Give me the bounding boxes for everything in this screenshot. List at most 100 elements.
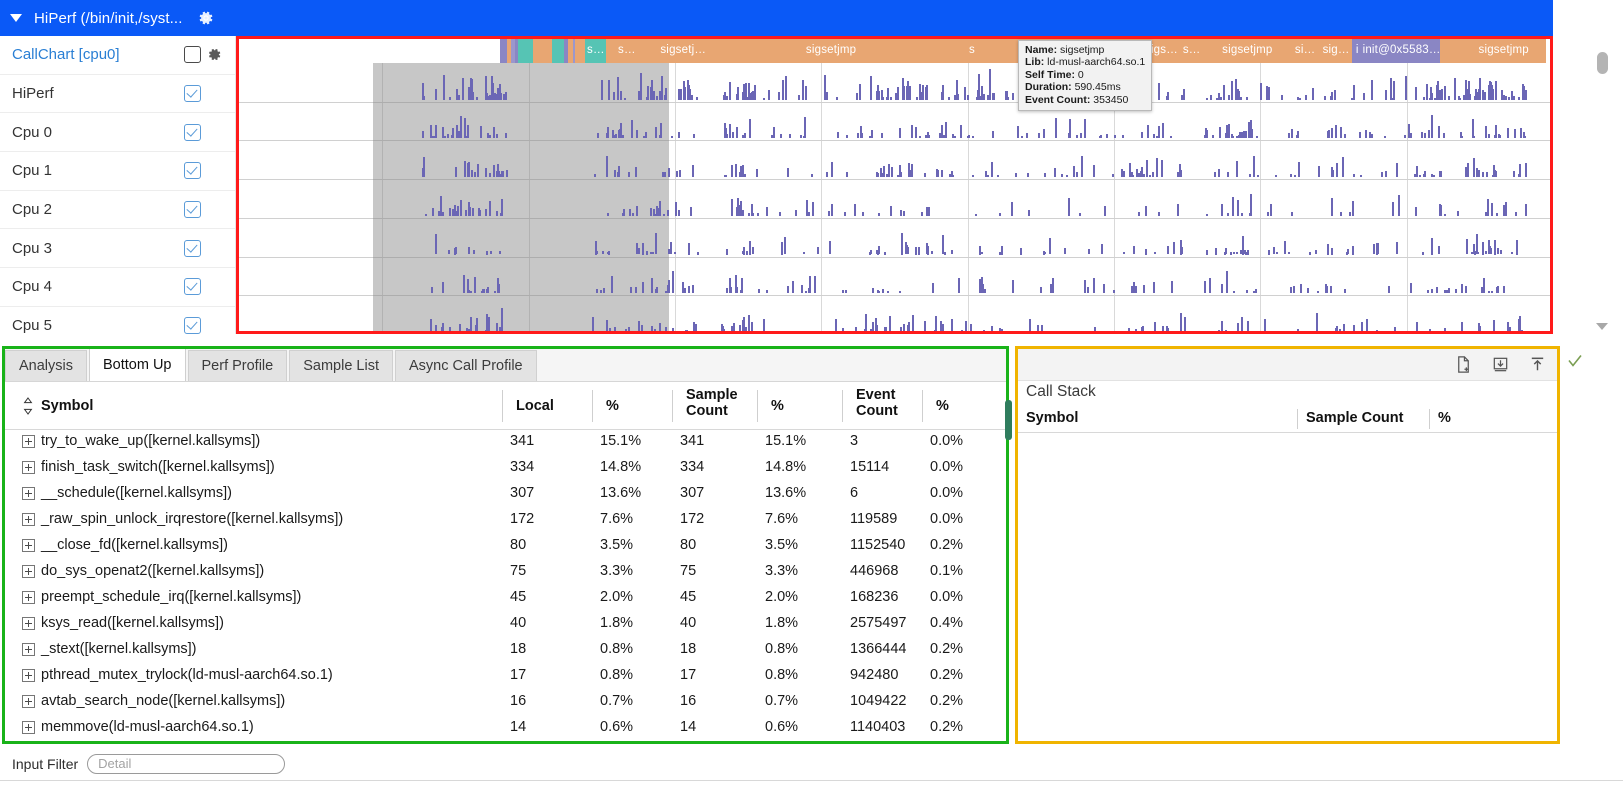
column-header-sample-count[interactable]: SampleCount [680,382,755,430]
table-row[interactable]: memmove(ld-musl-aarch64.so.1)140.6%140.6… [5,716,1006,741]
column-header-symbol[interactable]: Symbol [35,382,505,430]
export-file-icon[interactable] [1454,355,1473,374]
checkmark-icon[interactable] [1566,352,1584,370]
gear-icon[interactable] [198,10,214,26]
sidebar-row-cpu-3[interactable]: Cpu 3 [0,229,235,268]
sidebar-row-callchart-cpu0[interactable]: CallChart [cpu0] [0,36,235,75]
expand-row-icon[interactable] [22,435,35,448]
sample-spike [1483,278,1485,293]
sidebar-row-checkbox[interactable] [184,124,201,141]
callchart-canvas[interactable]: s…s…sigsetj…sigsetjmpssigsetjmpsigs…s…si… [236,36,1553,334]
table-row[interactable]: ksys_read([kernel.kallsyms])401.8%401.8%… [5,612,1006,638]
input-filter-field[interactable] [87,754,285,774]
column-header-local[interactable]: Local [510,382,580,430]
sidebar-row-cpu-5[interactable]: Cpu 5 [0,307,235,334]
expand-row-icon[interactable] [22,669,35,682]
sidebar-row-checkbox[interactable] [184,162,201,179]
sample-spike [601,80,603,99]
tab-analysis[interactable]: Analysis [5,350,87,381]
table-row[interactable]: pthread_mutex_trylock(ld-musl-aarch64.so… [5,664,1006,690]
table-row[interactable]: preempt_schedule_irq([kernel.kallsyms])4… [5,586,1006,612]
table-row[interactable]: __close_fd([kernel.kallsyms])803.5%803.5… [5,534,1006,560]
sample-spike [608,251,610,254]
expand-row-icon[interactable] [22,539,35,552]
sidebar-row-checkbox[interactable] [184,240,201,257]
flame-segment[interactable]: s [933,36,1010,63]
sidebar-row-cpu-2[interactable]: Cpu 2 [0,191,235,230]
flame-segment[interactable]: s… [1178,36,1205,63]
flame-segment[interactable] [1440,36,1461,63]
sidebar-row-checkbox[interactable] [184,317,201,334]
expand-row-icon[interactable] [22,695,35,708]
tab-sample-list[interactable]: Sample List [289,350,393,381]
flame-segment[interactable]: sigsetjmp [1205,36,1290,63]
sidebar-row-checkbox[interactable] [184,85,201,102]
table-row[interactable]: do_sys_openat2([kernel.kallsyms])753.3%7… [5,560,1006,586]
expand-row-icon[interactable] [22,565,35,578]
expand-row-icon[interactable] [22,591,35,604]
sidebar-row-cpu-0[interactable]: Cpu 0 [0,113,235,152]
tab-async-call-profile[interactable]: Async Call Profile [395,350,537,381]
sample-spike [872,288,874,293]
expand-row-icon[interactable] [22,487,35,500]
call-stack-column-sample-count[interactable]: Sample Count [1306,410,1403,426]
expand-row-icon[interactable] [22,461,35,474]
gear-icon[interactable] [201,47,227,62]
column-header-[interactable]: % [765,382,835,430]
expand-row-icon[interactable] [22,617,35,630]
flame-segment[interactable] [575,36,585,63]
sidebar-row-checkbox[interactable] [184,278,201,295]
flame-segment[interactable]: s… [616,36,637,63]
column-header-[interactable]: % [600,382,670,430]
flame-segment[interactable]: si… [1290,36,1321,63]
table-row[interactable]: finish_task_switch([kernel.kallsyms])334… [5,456,1006,482]
table-scroll-thumb[interactable] [1005,400,1012,440]
download-box-icon[interactable] [1491,355,1510,374]
flame-segment[interactable]: s… [585,36,606,63]
scroll-down-arrow[interactable] [1596,323,1608,330]
flame-chart-row[interactable]: s…s…sigsetj…sigsetjmpssigsetjmpsigs…s…si… [236,36,1553,63]
upload-arrow-icon[interactable] [1528,355,1547,374]
flame-segment[interactable]: i [1352,36,1363,63]
sidebar-row-checkbox[interactable] [184,46,201,63]
flame-segment[interactable] [606,36,616,63]
table-row[interactable]: avtab_search_node([kernel.kallsyms])160.… [5,690,1006,716]
sidebar-row-cpu-4[interactable]: Cpu 4 [0,268,235,307]
sample-spike [1228,124,1230,139]
chart-scrollbar[interactable] [1553,36,1623,334]
sample-spike [1206,214,1208,216]
call-stack-column-symbol[interactable]: Symbol [1026,410,1078,426]
sidebar-row-cpu-1[interactable]: Cpu 1 [0,152,235,191]
column-header-event-count[interactable]: EventCount [850,382,925,430]
sidebar-row-checkbox[interactable] [184,201,201,218]
expand-row-icon[interactable] [22,721,35,734]
flame-segment[interactable] [518,36,533,63]
sample-spike [691,95,693,100]
flame-segment[interactable]: sig… [1321,36,1352,63]
table-row[interactable]: _stext([kernel.kallsyms])180.8%180.8%136… [5,638,1006,664]
tab-bottom-up[interactable]: Bottom Up [89,348,186,381]
triangle-down-icon[interactable] [10,14,22,22]
flame-segment[interactable] [500,36,507,63]
expand-row-icon[interactable] [22,513,35,526]
flame-segment[interactable] [533,36,551,63]
flame-segment[interactable]: sigsetjmp [1461,36,1546,63]
table-row[interactable]: _raw_spin_unlock_irqrestore([kernel.kall… [5,508,1006,534]
tab-perf-profile[interactable]: Perf Profile [188,350,288,381]
table-row[interactable]: try_to_wake_up([kernel.kallsyms])34115.1… [5,430,1006,456]
sort-toggle-icon[interactable] [23,397,33,414]
column-header-[interactable]: % [930,382,990,430]
sidebar-row-hiperf[interactable]: HiPerf [0,75,235,114]
flame-segment[interactable]: init@0x5583… [1363,36,1440,63]
flame-segment[interactable] [552,36,565,63]
flame-segment[interactable]: sigsetj… [637,36,729,63]
sample-spike [494,291,496,293]
table-row[interactable]: __schedule([kernel.kallsyms])30713.6%307… [5,482,1006,508]
expand-row-icon[interactable] [22,643,35,656]
time-range-selection[interactable] [373,63,670,334]
sample-spike [809,282,811,294]
flame-segment[interactable]: sigsetjmp [729,36,933,63]
table-scrollbar[interactable] [1004,400,1012,730]
vertical-scroll-thumb[interactable] [1597,52,1608,74]
call-stack-column-[interactable]: % [1438,410,1451,426]
